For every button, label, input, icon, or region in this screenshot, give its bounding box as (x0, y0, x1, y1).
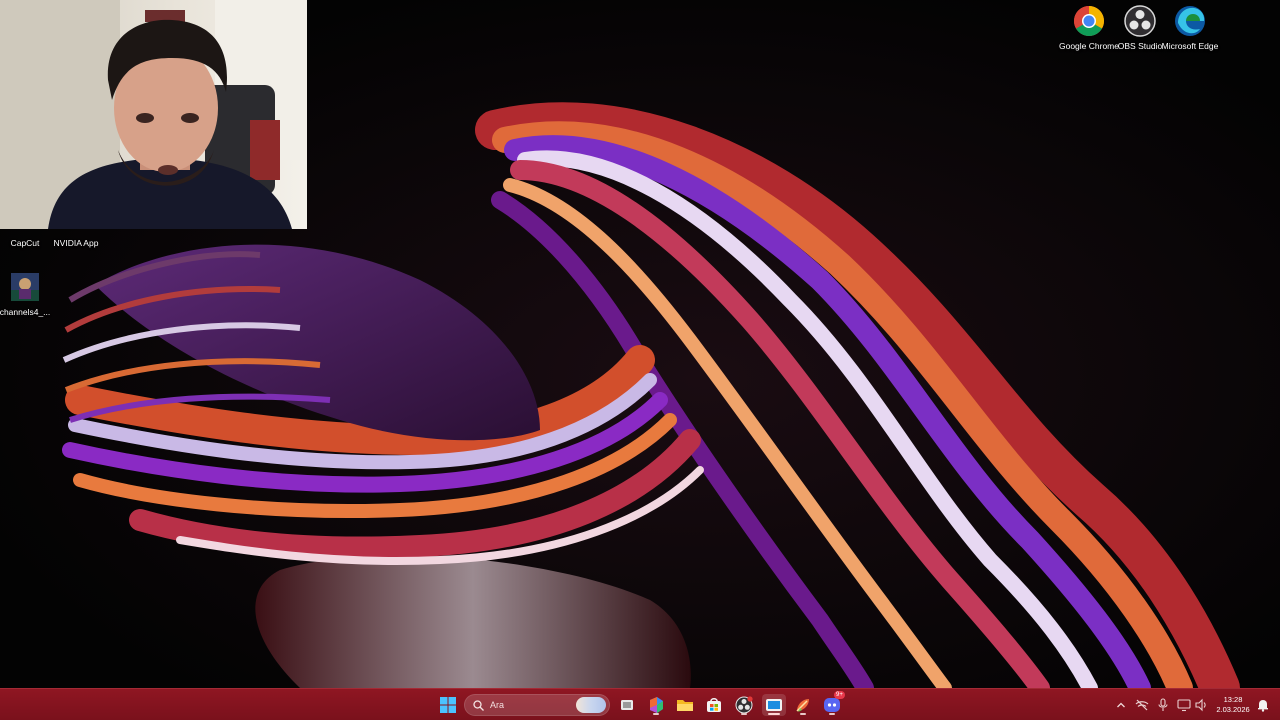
taskbar-capcut[interactable] (762, 694, 786, 716)
taskbar-discord[interactable]: 9+ (821, 691, 845, 716)
obs-icon (1123, 4, 1157, 38)
speaker-icon (1195, 698, 1206, 712)
taskbar-obs-studio[interactable] (733, 694, 755, 716)
search-highlight-image (576, 697, 606, 713)
microsoft365-icon (650, 697, 663, 713)
start-icon (440, 697, 456, 713)
taskbar-microsoft-store[interactable] (703, 694, 725, 716)
running-indicator (741, 713, 747, 715)
microphone-icon (1158, 698, 1168, 711)
obs-icon (735, 696, 753, 714)
taskbar-file-explorer[interactable] (674, 694, 696, 716)
start-button[interactable] (437, 694, 459, 716)
capcut-icon (766, 699, 782, 711)
task-view-icon (621, 700, 633, 710)
task-view-button[interactable] (616, 694, 638, 716)
taskbar-chrome-app[interactable] (792, 694, 814, 716)
tray-notifications[interactable] (1255, 697, 1271, 713)
image-file-icon (8, 270, 42, 304)
notification-bell-icon (1258, 700, 1268, 712)
desktop-icon-channels4[interactable]: channels4_... (0, 270, 59, 317)
taskbar-search-box[interactable]: Ara (464, 694, 610, 716)
edge-icon (1173, 4, 1207, 38)
webcam-person-image (0, 0, 307, 229)
tray-network[interactable] (1134, 697, 1150, 713)
tray-volume[interactable] (1193, 697, 1209, 713)
microsoft-store-icon (707, 698, 721, 712)
file-explorer-icon (677, 700, 693, 711)
taskbar-microsoft365[interactable] (645, 694, 667, 716)
search-placeholder: Ara (490, 700, 505, 710)
running-indicator (768, 713, 780, 715)
search-icon (473, 699, 484, 711)
running-indicator (800, 713, 806, 715)
running-indicator (829, 713, 835, 715)
chrome-rocket-icon (796, 699, 809, 712)
display-icon (1177, 699, 1191, 712)
running-indicator (653, 713, 659, 715)
desktop-icon-microsoft-edge[interactable]: Microsoft Edge (1156, 4, 1224, 51)
discord-badge: 9+ (834, 691, 845, 699)
desktop-icon-label: channels4_... (0, 307, 51, 317)
chrome-icon (1072, 4, 1106, 38)
taskbar-clock[interactable]: 13:28 2.03.2026 (1212, 695, 1254, 715)
network-off-icon (1135, 699, 1149, 711)
desktop: Google Chrome OBS Studio Microsoft Edge … (0, 0, 1280, 688)
chevron-up-icon (1117, 702, 1125, 708)
desktop-icon-label: NVIDIA App (53, 238, 99, 248)
tray-show-hidden-icons[interactable] (1113, 697, 1129, 713)
clock-time: 13:28 (1223, 695, 1243, 704)
webcam-overlay (0, 0, 307, 229)
desktop-icon-nvidia-app[interactable]: NVIDIA App (42, 229, 110, 248)
taskbar: Ara 9+ 13:28 2.03.2026 (0, 688, 1280, 720)
clock-date: 2.03.2026 (1216, 705, 1250, 714)
desktop-icon-label: Microsoft Edge (1161, 41, 1219, 51)
tray-display[interactable] (1176, 697, 1192, 713)
tray-microphone[interactable] (1155, 697, 1171, 713)
